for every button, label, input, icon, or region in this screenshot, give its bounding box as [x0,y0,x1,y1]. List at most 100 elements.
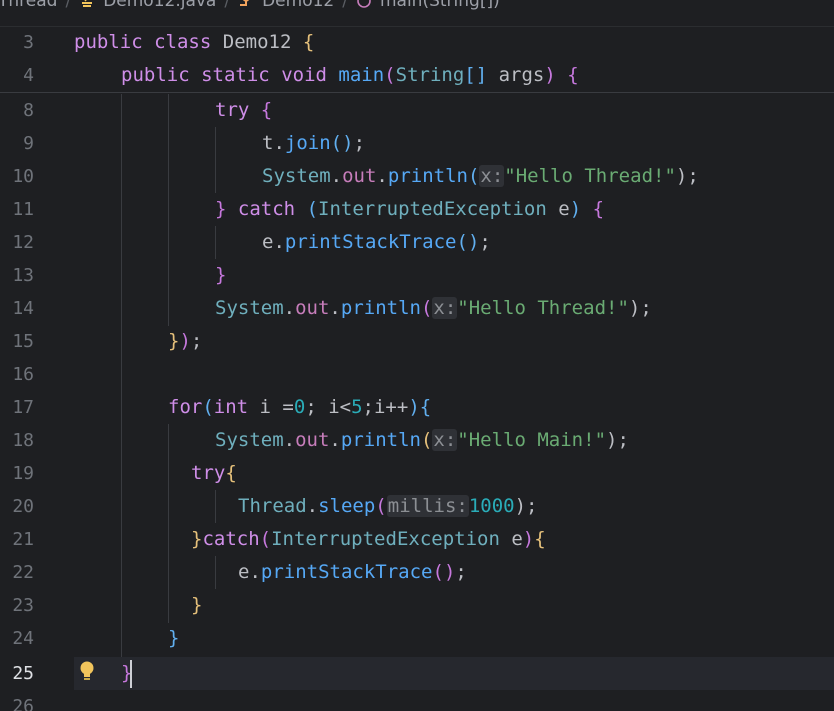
code-line[interactable]: e.printStackTrace(); [238,556,467,589]
paren: ) [408,396,420,418]
code-line[interactable]: try { [215,94,272,127]
breadcrumb-item-method[interactable]: main(String[]) [380,0,500,11]
code-editor[interactable]: public class Demo12 { public static void… [0,26,834,711]
sticky-line[interactable]: public class Demo12 { [74,26,314,59]
class-ref: System [215,429,284,451]
class-name: Demo12 [222,31,292,53]
line-number: 22 [12,562,34,583]
indent-guide [168,94,169,326]
line-number: 16 [12,364,34,385]
code-line[interactable]: } [168,622,179,655]
paren: ( [384,64,396,86]
code-line[interactable]: System.out.println(x:"Hello Thread!"); [215,292,652,325]
parameter-hint: x: [479,165,505,187]
field-ref: out [295,297,330,319]
indent-guide [215,226,216,259]
code-line[interactable]: System.out.println(x:"Hello Thread!"); [262,160,699,193]
lightbulb-icon[interactable] [78,660,96,684]
brace: { [592,198,605,220]
parameter-hint: x: [432,429,458,451]
code-line[interactable]: e.printStackTrace(); [262,226,491,259]
identifier: t [262,132,274,154]
method-call: sleep [318,495,376,517]
line-number: 19 [12,463,34,484]
dot: . [273,132,285,154]
keyword: for [168,396,203,418]
code-line[interactable]: }catch(InterruptedException e){ [191,523,546,556]
line-number: 3 [23,32,34,53]
param-name: args [498,64,545,86]
line-number: 18 [12,430,34,451]
method-name: main [338,64,385,86]
breadcrumb-item-class[interactable]: Demo12 [262,0,334,11]
brackets: [] [464,64,488,86]
class-icon [240,0,249,6]
paren: ( [306,198,319,220]
code-text: ;i++ [362,396,409,418]
field-ref: out [342,165,377,187]
line-end: ); [606,429,629,451]
code-line[interactable]: } [191,589,202,622]
parameter-hint: millis: [386,495,469,517]
type-name: String [395,64,465,86]
code-line[interactable]: for(int i =0; i<5;i++){ [168,391,431,424]
method-call: println [340,297,421,319]
method-call: println [387,165,468,187]
code-line[interactable]: }); [168,325,202,358]
keyword: static [201,64,270,86]
line-number: 9 [23,133,34,154]
keyword: catch [237,198,296,220]
keyword: public [74,31,143,53]
sticky-line[interactable]: public static void main(String[] args) { [121,59,579,92]
brace: } [168,627,180,649]
line-number: 17 [12,397,34,418]
code-line[interactable]: } [215,259,226,292]
line-number-current: 25 [12,663,34,684]
line-number: 13 [12,265,34,286]
code-line[interactable]: System.out.println(x:"Hello Main!"); [215,424,629,457]
string-literal: "Hello Thread!" [504,165,676,187]
method-call: join [284,132,331,154]
breadcrumb-item-file[interactable]: Demo12.java [103,0,216,11]
breadcrumb: Thread / Demo12.java / Demo12 / main(Str… [0,0,834,27]
keyword: int [213,396,249,418]
brace: { [567,64,579,86]
keyword: catch [202,528,260,550]
code-text: i = [248,396,294,418]
identifier: e [238,561,250,583]
semicolon: ; [353,132,366,154]
line-number: 23 [12,595,34,616]
sticky-lines-divider [0,92,834,93]
semicolon: ; [190,330,203,352]
line-number: 4 [23,65,34,86]
type-name: InterruptedException [271,528,500,550]
code-line[interactable]: } catch (InterruptedException e) { [215,193,604,226]
line-number: 10 [12,166,34,187]
text-caret [130,660,132,688]
java-file-icon [82,0,93,7]
line-number: 14 [12,298,34,319]
method-call: printStackTrace [260,561,433,583]
parameter-hint: x: [432,297,458,319]
line-end: ); [675,165,699,187]
indent-guide [168,424,169,623]
line-end: ); [628,297,652,319]
semicolon: ; [479,231,491,253]
keyword: public [121,64,190,86]
breadcrumb-item-package[interactable]: Thread [0,0,57,11]
code-line[interactable]: t.join(); [262,127,365,160]
identifier: e [558,198,570,220]
breadcrumb-separator: / [65,0,72,11]
brace: } [168,330,180,352]
line-number: 12 [12,232,34,253]
paren: () [330,132,354,154]
code-line[interactable]: Thread.sleep(millis:1000); [238,490,537,523]
line-number: 21 [12,529,34,550]
line-number-gutter[interactable]: 3 4 8 9 10 11 12 13 14 15 16 17 18 19 20… [0,26,60,711]
code-line[interactable]: try{ [191,457,237,490]
method-call: printStackTrace [284,231,457,253]
indent-guide [215,490,216,523]
identifier: e [511,528,523,550]
keyword: try [215,99,250,121]
field-ref: out [295,429,330,451]
